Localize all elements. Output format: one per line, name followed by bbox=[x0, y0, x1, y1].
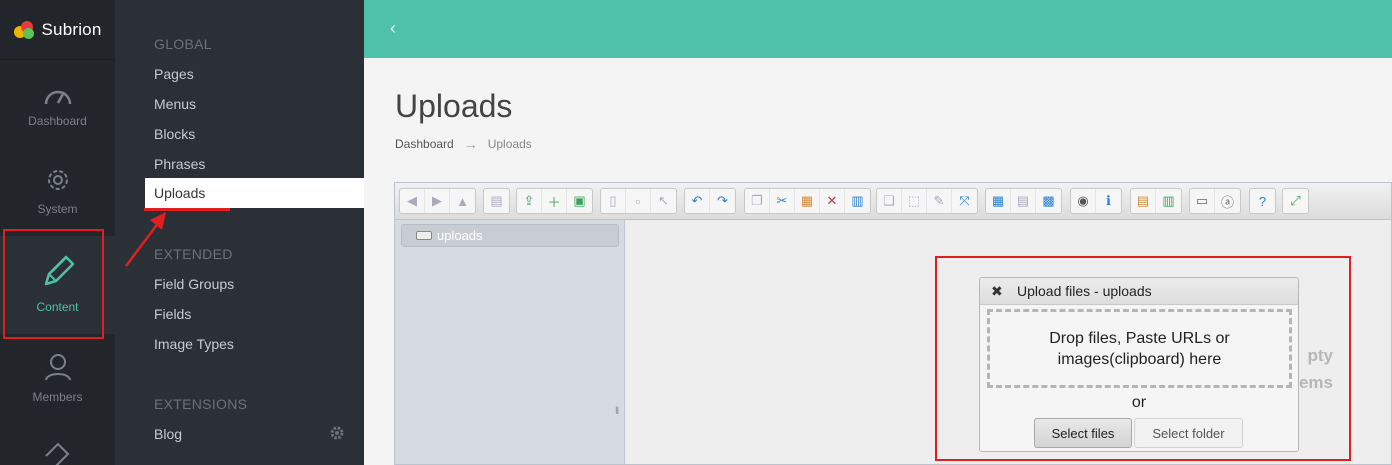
toolbar-group-help: ? bbox=[1249, 188, 1276, 214]
logo[interactable]: Subrion bbox=[0, 0, 115, 60]
toolbar-group-info: ◉ ℹ bbox=[1070, 188, 1122, 214]
rail-item-system[interactable]: System bbox=[0, 148, 115, 236]
empty-icon[interactable]: ▥ bbox=[845, 189, 870, 213]
list-view-icon[interactable]: ▤ bbox=[1011, 189, 1036, 213]
subnav-item-phrases[interactable]: Phrases bbox=[154, 156, 205, 172]
subnav-item-menus[interactable]: Menus bbox=[154, 96, 196, 112]
ticket-icon[interactable] bbox=[42, 442, 72, 465]
drive-icon bbox=[416, 231, 432, 240]
breadcrumb: Dashboard → Uploads bbox=[395, 136, 532, 152]
info-icon[interactable]: ℹ bbox=[1096, 189, 1121, 213]
subrion-logo-icon bbox=[13, 20, 36, 40]
toolbar-group-home: ▤ bbox=[483, 188, 510, 214]
subnav-heading-extensions: EXTENSIONS bbox=[154, 396, 248, 412]
subnav-heading-global: GLOBAL bbox=[154, 36, 212, 52]
edit-icon[interactable]: ✎ bbox=[927, 189, 952, 213]
toolbar-group-history: ↶ ↷ bbox=[684, 188, 736, 214]
rail-item-label: Members bbox=[32, 390, 83, 404]
upload-icon[interactable]: ⇪ bbox=[517, 189, 542, 213]
paste-icon[interactable]: ▦ bbox=[795, 189, 820, 213]
extract-icon[interactable]: ▤ bbox=[1131, 189, 1156, 213]
breadcrumb-dashboard[interactable]: Dashboard bbox=[395, 137, 454, 151]
blog-settings-gear-icon[interactable] bbox=[330, 426, 344, 440]
red-arrow-annotation bbox=[125, 212, 166, 267]
back-icon[interactable]: ◀ bbox=[400, 189, 425, 213]
file-manager-toolbar: ◀ ▶ ▲ ▤ ⇪ ＋ ▣ ▯ ▫ ↖ ↶ ↷ ❐ ✂ ▦ ✕ ▥ ❏ ⬚ ✎ … bbox=[395, 183, 1391, 220]
subnav-item-field-groups[interactable]: Field Groups bbox=[154, 276, 234, 292]
rail-item-dashboard[interactable]: Dashboard bbox=[0, 60, 115, 148]
text-icon[interactable]: ⓐ bbox=[1215, 189, 1240, 213]
subnav-item-pages[interactable]: Pages bbox=[154, 66, 194, 82]
new-file-icon[interactable]: ＋ bbox=[542, 189, 567, 213]
cut-icon[interactable]: ✂ bbox=[770, 189, 795, 213]
dialog-highlight-box bbox=[935, 256, 1351, 461]
breadcrumb-current: Uploads bbox=[487, 137, 532, 151]
top-bar: ‹ bbox=[364, 0, 1392, 58]
redo-icon[interactable]: ↷ bbox=[710, 189, 735, 213]
toolbar-group-archive: ▤ ▥ bbox=[1130, 188, 1182, 214]
undo-icon[interactable]: ↶ bbox=[685, 189, 710, 213]
user-icon bbox=[44, 354, 71, 381]
preview-eye-icon[interactable]: ◉ bbox=[1071, 189, 1096, 213]
select-icon[interactable]: ↖ bbox=[651, 189, 676, 213]
tree-resize-handle[interactable]: ‖ bbox=[615, 406, 619, 417]
copy-icon[interactable]: ❐ bbox=[745, 189, 770, 213]
subnav-item-blocks[interactable]: Blocks bbox=[154, 126, 195, 142]
rail-item-label: System bbox=[37, 202, 78, 216]
sort-icon[interactable]: ▭ bbox=[1190, 189, 1215, 213]
open-icon[interactable]: ▯ bbox=[601, 189, 626, 213]
rail-item-label: Dashboard bbox=[28, 114, 87, 128]
tree-root-label: uploads bbox=[437, 228, 483, 243]
toolbar-group-tools: ❏ ⬚ ✎ ⤧ bbox=[876, 188, 978, 214]
toolbar-group-fullscreen: ⤢ bbox=[1282, 188, 1309, 214]
subnav-item-fields[interactable]: Fields bbox=[154, 306, 191, 322]
collapse-sidebar-chevron-icon[interactable]: ‹ bbox=[390, 18, 396, 39]
resize-icon[interactable]: ⤧ bbox=[952, 189, 977, 213]
gear-icon bbox=[47, 170, 68, 190]
toolbar-group-view: ▦ ▤ ▩ bbox=[985, 188, 1062, 214]
subnav-item-blog[interactable]: Blog bbox=[154, 426, 182, 442]
speedometer-icon bbox=[44, 90, 71, 105]
toolbar-group-edit: ❐ ✂ ▦ ✕ ▥ bbox=[744, 188, 871, 214]
page-title: Uploads bbox=[395, 88, 513, 124]
duplicate-icon[interactable]: ❏ bbox=[877, 189, 902, 213]
archive-icon[interactable]: ▥ bbox=[1156, 189, 1181, 213]
content-highlight-box bbox=[3, 229, 104, 339]
folder-tree: uploads ‖ bbox=[395, 220, 625, 464]
save-icon[interactable]: ▣ bbox=[567, 189, 592, 213]
help-icon[interactable]: ? bbox=[1250, 189, 1275, 213]
home-icon[interactable]: ▤ bbox=[484, 189, 509, 213]
select-all-icon[interactable]: ⬚ bbox=[902, 189, 927, 213]
toolbar-group-misc: ▭ ⓐ bbox=[1189, 188, 1241, 214]
toolbar-group-navigation: ◀ ▶ ▲ bbox=[399, 188, 476, 214]
delete-icon[interactable]: ✕ bbox=[820, 189, 845, 213]
toolbar-group-open: ▯ ▫ ↖ bbox=[600, 188, 677, 214]
subnav-item-uploads[interactable]: Uploads bbox=[145, 178, 364, 208]
breadcrumb-arrow-icon: → bbox=[463, 136, 478, 152]
toolbar-group-file: ⇪ ＋ ▣ bbox=[516, 188, 593, 214]
rail-item-members[interactable]: Members bbox=[0, 336, 115, 424]
fullscreen-icon[interactable]: ⤢ bbox=[1283, 189, 1308, 213]
up-icon[interactable]: ▲ bbox=[450, 189, 475, 213]
grid-view-icon[interactable]: ▩ bbox=[1036, 189, 1061, 213]
download-icon[interactable]: ▫ bbox=[626, 189, 651, 213]
tree-root-folder[interactable]: uploads bbox=[401, 224, 619, 247]
brand-name: Subrion bbox=[41, 19, 102, 39]
subnav-item-image-types[interactable]: Image Types bbox=[154, 336, 234, 352]
forward-icon[interactable]: ▶ bbox=[425, 189, 450, 213]
icons-view-icon[interactable]: ▦ bbox=[986, 189, 1011, 213]
